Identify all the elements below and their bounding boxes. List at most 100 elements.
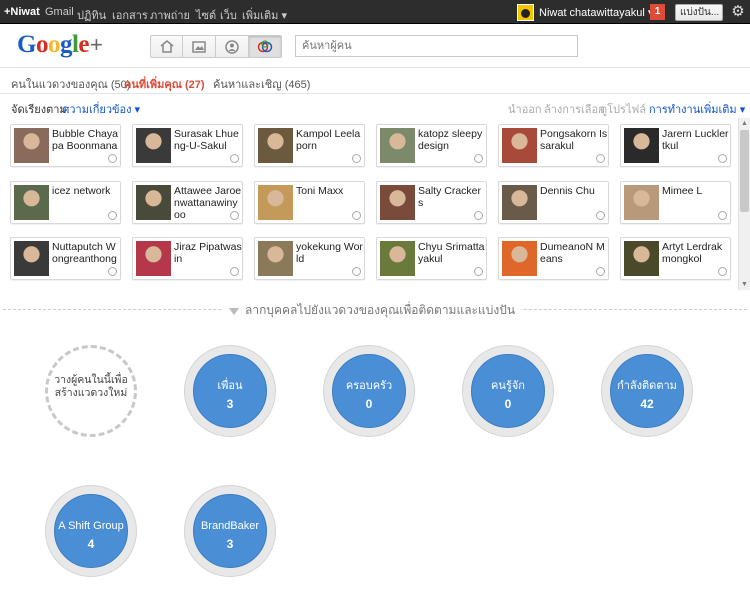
tab-people-who-added-you[interactable]: คนที่เพิ่มคุณ (27) (124, 75, 205, 93)
select-checkbox[interactable] (230, 154, 239, 163)
person-card[interactable]: Toni Maxx (254, 181, 365, 224)
top-navigation-bar: +Niwat Gmail ปฏิทิน เอกสาร ภาพถ่าย ไซต์ … (0, 0, 750, 24)
person-card[interactable]: Nuttaputch Wongreanthong (10, 237, 121, 280)
clear-selection-action[interactable]: ล้างการเลือก (544, 100, 605, 118)
nav-link-more[interactable]: เพิ่มเติม ▾ (242, 6, 287, 24)
circle-count: 0 (365, 397, 373, 411)
select-checkbox[interactable] (352, 211, 361, 220)
scroll-down-arrow-icon[interactable]: ▼ (739, 279, 750, 290)
new-circle-label: วางผู้คนในนี้เพื่อสร้างแวดวงใหม่ (54, 374, 128, 399)
person-photo (380, 241, 415, 276)
circle-dropzone[interactable]: กำลังติดตาม 42 (601, 345, 693, 437)
person-card[interactable]: Attawee Jaroenwattanawinyoo (132, 181, 243, 224)
person-card[interactable]: Kampol Leelaporn (254, 124, 365, 167)
person-name: Dennis Chu (540, 185, 595, 197)
select-checkbox[interactable] (352, 154, 361, 163)
person-card[interactable]: Surasak Lhueng-U-Sakul (132, 124, 243, 167)
tab-people-in-circles[interactable]: คนในแวดวงของคุณ (50) (11, 75, 130, 93)
circle-dropzone[interactable]: คนรู้จัก 0 (462, 345, 554, 437)
select-checkbox[interactable] (474, 267, 483, 276)
select-checkbox[interactable] (718, 211, 727, 220)
select-checkbox[interactable] (108, 211, 117, 220)
person-name: Salty Crackers (418, 185, 482, 209)
select-checkbox[interactable] (108, 267, 117, 276)
circle-body[interactable]: ครอบครัว 0 (332, 354, 406, 428)
people-grid: Bubble Chayapa Boonmana Surasak Lhueng-U-… (0, 118, 738, 290)
profile-icon (225, 39, 239, 54)
select-checkbox[interactable] (474, 154, 483, 163)
select-checkbox[interactable] (596, 267, 605, 276)
select-checkbox[interactable] (596, 211, 605, 220)
profile-button[interactable] (216, 35, 249, 58)
select-checkbox[interactable] (352, 267, 361, 276)
account-menu[interactable]: Niwat chatawittayakul ▾ (517, 3, 653, 21)
down-arrow-icon (229, 308, 239, 315)
person-card[interactable]: Chyu Srimattayakul (376, 237, 487, 280)
person-card[interactable]: Dennis Chu (498, 181, 609, 224)
scrollbar-thumb[interactable] (740, 130, 749, 212)
circle-body[interactable]: กำลังติดตาม 42 (610, 354, 684, 428)
people-grid-scrollbar[interactable]: ▲ ▼ (738, 118, 750, 290)
person-photo (624, 241, 659, 276)
notification-badge[interactable]: 1 (650, 4, 665, 20)
person-name: Toni Maxx (296, 185, 344, 197)
person-card[interactable]: Salty Crackers (376, 181, 487, 224)
gear-icon[interactable]: ⚙ (729, 3, 747, 21)
new-circle-dropzone[interactable]: วางผู้คนในนี้เพื่อสร้างแวดวงใหม่ (45, 345, 137, 437)
person-card[interactable]: Mimee L (620, 181, 731, 224)
person-card[interactable]: yokekung World (254, 237, 365, 280)
person-photo (258, 185, 293, 220)
select-checkbox[interactable] (718, 154, 727, 163)
select-checkbox[interactable] (108, 154, 117, 163)
person-card[interactable]: Jarern Lucklertkul (620, 124, 731, 167)
person-card[interactable]: Artyt Lerdrakmongkol (620, 237, 731, 280)
nav-link-photos[interactable]: ภาพถ่าย (150, 6, 190, 24)
circle-body[interactable]: A Shift Group 4 (54, 494, 128, 568)
person-card[interactable]: Pongsakorn Issarakul (498, 124, 609, 167)
circle-dropzone[interactable]: A Shift Group 4 (45, 485, 137, 577)
person-photo (502, 128, 537, 163)
circle-body[interactable]: BrandBaker 3 (193, 494, 267, 568)
sort-dropdown[interactable]: ความเกี่ยวข้อง ▾ (62, 100, 140, 118)
select-checkbox[interactable] (230, 267, 239, 276)
nav-link-calendar[interactable]: ปฏิทิน (77, 6, 106, 24)
select-checkbox[interactable] (230, 211, 239, 220)
circle-dropzone[interactable]: BrandBaker 3 (184, 485, 276, 577)
person-photo (14, 128, 49, 163)
circles-icon (257, 39, 273, 52)
circle-body[interactable]: คนรู้จัก 0 (471, 354, 545, 428)
google-plus-logo[interactable]: Google+ (17, 31, 103, 59)
person-card[interactable]: Jiraz Pipatwasin (132, 237, 243, 280)
search-people-input[interactable] (295, 35, 578, 57)
person-card[interactable]: DumeanoN Means (498, 237, 609, 280)
nav-link-documents[interactable]: เอกสาร (112, 6, 148, 24)
person-card[interactable]: katopz sleepydesign (376, 124, 487, 167)
person-card[interactable]: Bubble Chayapa Boonmana (10, 124, 121, 167)
circle-name: BrandBaker (200, 520, 260, 532)
person-photo (380, 128, 415, 163)
person-photo (136, 241, 171, 276)
select-checkbox[interactable] (718, 267, 727, 276)
nav-link-profile[interactable]: +Niwat (4, 6, 40, 18)
select-checkbox[interactable] (474, 211, 483, 220)
circle-body[interactable]: เพื่อน 3 (193, 354, 267, 428)
share-button[interactable]: แบ่งปัน... (675, 4, 723, 21)
person-name: Bubble Chayapa Boonmana (52, 128, 118, 152)
nav-link-sites[interactable]: ไซต์ (196, 6, 216, 24)
circle-count: 4 (87, 537, 95, 551)
photos-button[interactable] (183, 35, 216, 58)
person-name: icez network (52, 185, 111, 197)
circles-button[interactable] (249, 35, 282, 58)
home-button[interactable] (150, 35, 183, 58)
more-actions-dropdown[interactable]: การทำงานเพิ่มเติม ▾ (649, 100, 745, 118)
nav-link-gmail[interactable]: Gmail (45, 6, 74, 18)
remove-action[interactable]: นำออก (508, 100, 542, 118)
view-profile-action[interactable]: ดูโปรไฟล์ (600, 100, 646, 118)
scroll-up-arrow-icon[interactable]: ▲ (739, 118, 750, 129)
nav-link-web[interactable]: เว็บ (220, 6, 237, 24)
tab-find-and-invite[interactable]: ค้นหาและเชิญ (465) (213, 75, 310, 93)
select-checkbox[interactable] (596, 154, 605, 163)
person-card[interactable]: icez network (10, 181, 121, 224)
circle-dropzone[interactable]: เพื่อน 3 (184, 345, 276, 437)
circle-dropzone[interactable]: ครอบครัว 0 (323, 345, 415, 437)
